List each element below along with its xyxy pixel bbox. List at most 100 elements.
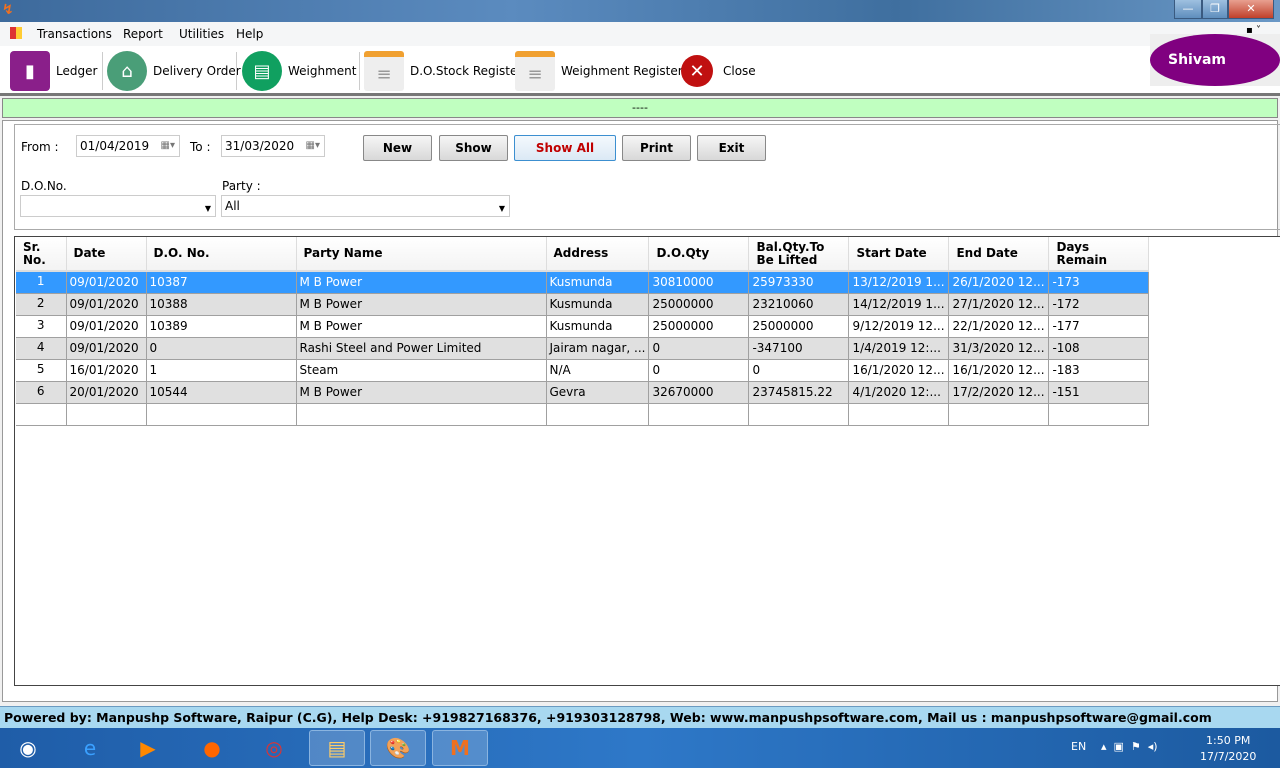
table-cell <box>848 403 950 426</box>
do-stock-register-label: D.O.Stock Register <box>410 64 523 78</box>
do-stock-grid[interactable]: Sr. No. Date D.O. No. Party Name Address D.O.… <box>14 236 1280 686</box>
minimize-button[interactable]: — <box>1174 0 1202 19</box>
menu-bar: Transactions Report Utilities Help ▪ ˅ <box>0 22 1280 46</box>
table-cell: 25000000 <box>748 315 850 338</box>
column-header[interactable]: End Date <box>948 237 1050 272</box>
separator <box>236 52 237 90</box>
weighment-icon: ▤ <box>242 51 282 91</box>
table-cell: 16/1/2020 12... <box>948 359 1050 382</box>
chevron-down-icon: ▼ <box>498 204 505 213</box>
tray-icons[interactable]: ▴ ▣ ⚑ ◂) <box>1101 740 1158 753</box>
new-row[interactable] <box>16 403 1150 426</box>
ledger-book-icon: ▮ <box>10 51 50 91</box>
separator <box>102 52 103 90</box>
table-cell: 9/12/2019 12... <box>848 315 950 338</box>
do-no-combo[interactable]: ▼ <box>20 195 216 217</box>
table-cell: 22/1/2020 12... <box>948 315 1050 338</box>
table-cell: M B Power <box>296 293 547 316</box>
mdi-menu-icon[interactable] <box>10 27 22 39</box>
table-cell: 4 <box>16 337 67 360</box>
table-cell: 23745815.22 <box>748 381 850 404</box>
table-cell: 0 <box>146 337 297 360</box>
ledger-button[interactable]: ▮ Ledger <box>10 50 97 92</box>
calendar-icon[interactable]: ▦▾ <box>306 136 320 156</box>
table-cell <box>748 403 850 426</box>
to-date-value: 31/03/2020 <box>225 139 295 153</box>
table-cell: N/A <box>546 359 650 382</box>
table-cell <box>16 403 67 426</box>
column-header[interactable]: D.O. No. <box>146 237 297 272</box>
delivery-order-button[interactable]: ⌂ Delivery Order <box>107 50 241 92</box>
chrome-icon[interactable]: ◎ <box>246 730 302 766</box>
column-header[interactable]: Sr. No. <box>16 237 67 272</box>
restore-button[interactable]: ❐ <box>1202 0 1228 19</box>
new-button[interactable]: New <box>363 135 432 161</box>
table-cell: 1 <box>146 359 297 382</box>
table-row[interactable]: 2 09/01/2020 10388 M B Power Kusmunda 2500000… <box>16 293 1150 316</box>
column-header[interactable]: Address <box>546 237 650 272</box>
show-all-button[interactable]: Show All <box>514 135 616 161</box>
chevron-down-icon: ▼ <box>204 204 211 213</box>
column-header[interactable]: Party Name <box>296 237 547 272</box>
delivery-order-label: Delivery Order <box>153 64 241 78</box>
table-cell: M B Power <box>296 381 547 404</box>
party-combo[interactable]: All ▼ <box>221 195 510 217</box>
table-cell: 09/01/2020 <box>66 315 147 338</box>
show-button[interactable]: Show <box>439 135 508 161</box>
firefox-icon[interactable]: ● <box>184 730 240 766</box>
user-badge: Shivam <box>1150 34 1280 86</box>
print-button[interactable]: Print <box>622 135 691 161</box>
paint-icon[interactable]: 🎨 <box>370 730 426 766</box>
table-cell: 32670000 <box>648 381 750 404</box>
table-cell: 13/12/2019 1... <box>848 271 950 294</box>
weighment-label: Weighment <box>288 64 357 78</box>
column-header[interactable]: Start Date <box>848 237 950 272</box>
window-close-button[interactable]: ✕ <box>1228 0 1274 19</box>
table-cell: -183 <box>1048 359 1150 382</box>
weighment-register-button[interactable]: ≡ Weighment Register <box>515 50 683 92</box>
table-cell: Steam <box>296 359 547 382</box>
table-row[interactable]: 1 09/01/2020 10387 M B Power Kusmunda 3081000… <box>16 271 1150 294</box>
column-header[interactable]: Bal.Qty.To Be Lifted <box>748 237 850 272</box>
table-row[interactable]: 4 09/01/2020 0 Rashi Steel and Power Limite… <box>16 337 1150 360</box>
table-row[interactable]: 6 20/01/2020 10544 M B Power Gevra 32670000 23… <box>16 381 1150 404</box>
menu-utilities[interactable]: Utilities <box>179 27 224 41</box>
from-date-picker[interactable]: 01/04/2019 ▦▾ <box>76 135 180 157</box>
table-cell: 09/01/2020 <box>66 337 147 360</box>
table-cell: 09/01/2020 <box>66 293 147 316</box>
table-cell <box>66 403 147 426</box>
clock[interactable]: 1:50 PM 17/7/2020 <box>1200 734 1256 763</box>
table-row[interactable]: 3 09/01/2020 10389 M B Power Kusmunda 2500000… <box>16 315 1150 338</box>
menu-report[interactable]: Report <box>123 27 163 41</box>
from-label: From : <box>21 140 59 154</box>
party-value: All <box>225 199 240 213</box>
clock-date: 17/7/2020 <box>1200 750 1257 763</box>
table-cell: Gevra <box>546 381 650 404</box>
table-cell: 10389 <box>146 315 297 338</box>
title-bar: ↯ — ❐ ✕ <box>0 0 1280 22</box>
weighment-button[interactable]: ▤ Weighment <box>242 50 356 92</box>
media-player-icon[interactable]: ▶ <box>120 730 176 766</box>
internet-explorer-icon[interactable]: e <box>62 730 118 766</box>
file-explorer-icon[interactable]: ▤ <box>309 730 365 766</box>
start-orb-icon[interactable]: ◉ <box>0 730 56 766</box>
exit-button[interactable]: Exit <box>697 135 766 161</box>
do-stock-register-button[interactable]: ≡ D.O.Stock Register <box>364 50 522 92</box>
language-indicator[interactable]: EN <box>1071 740 1086 753</box>
column-header[interactable]: Date <box>66 237 147 272</box>
table-cell: -173 <box>1048 271 1150 294</box>
table-row[interactable]: 5 16/01/2020 1 Steam N/A 0 0 16/1/2020 12... 16/… <box>16 359 1150 382</box>
manpushp-app-icon[interactable]: M <box>432 730 488 766</box>
calendar-icon[interactable]: ▦▾ <box>161 136 175 156</box>
close-button[interactable]: ✕ Close <box>681 50 756 92</box>
menu-help[interactable]: Help <box>236 27 263 41</box>
to-date-picker[interactable]: 31/03/2020 ▦▾ <box>221 135 325 157</box>
column-header[interactable]: Days Remain <box>1048 237 1150 272</box>
basket-icon: ⌂ <box>107 51 147 91</box>
table-cell: -177 <box>1048 315 1150 338</box>
table-cell: Kusmunda <box>546 315 650 338</box>
table-cell: 1/4/2019 12:... <box>848 337 950 360</box>
table-cell <box>648 403 750 426</box>
menu-transactions[interactable]: Transactions <box>37 27 112 41</box>
column-header[interactable]: D.O.Qty <box>648 237 750 272</box>
